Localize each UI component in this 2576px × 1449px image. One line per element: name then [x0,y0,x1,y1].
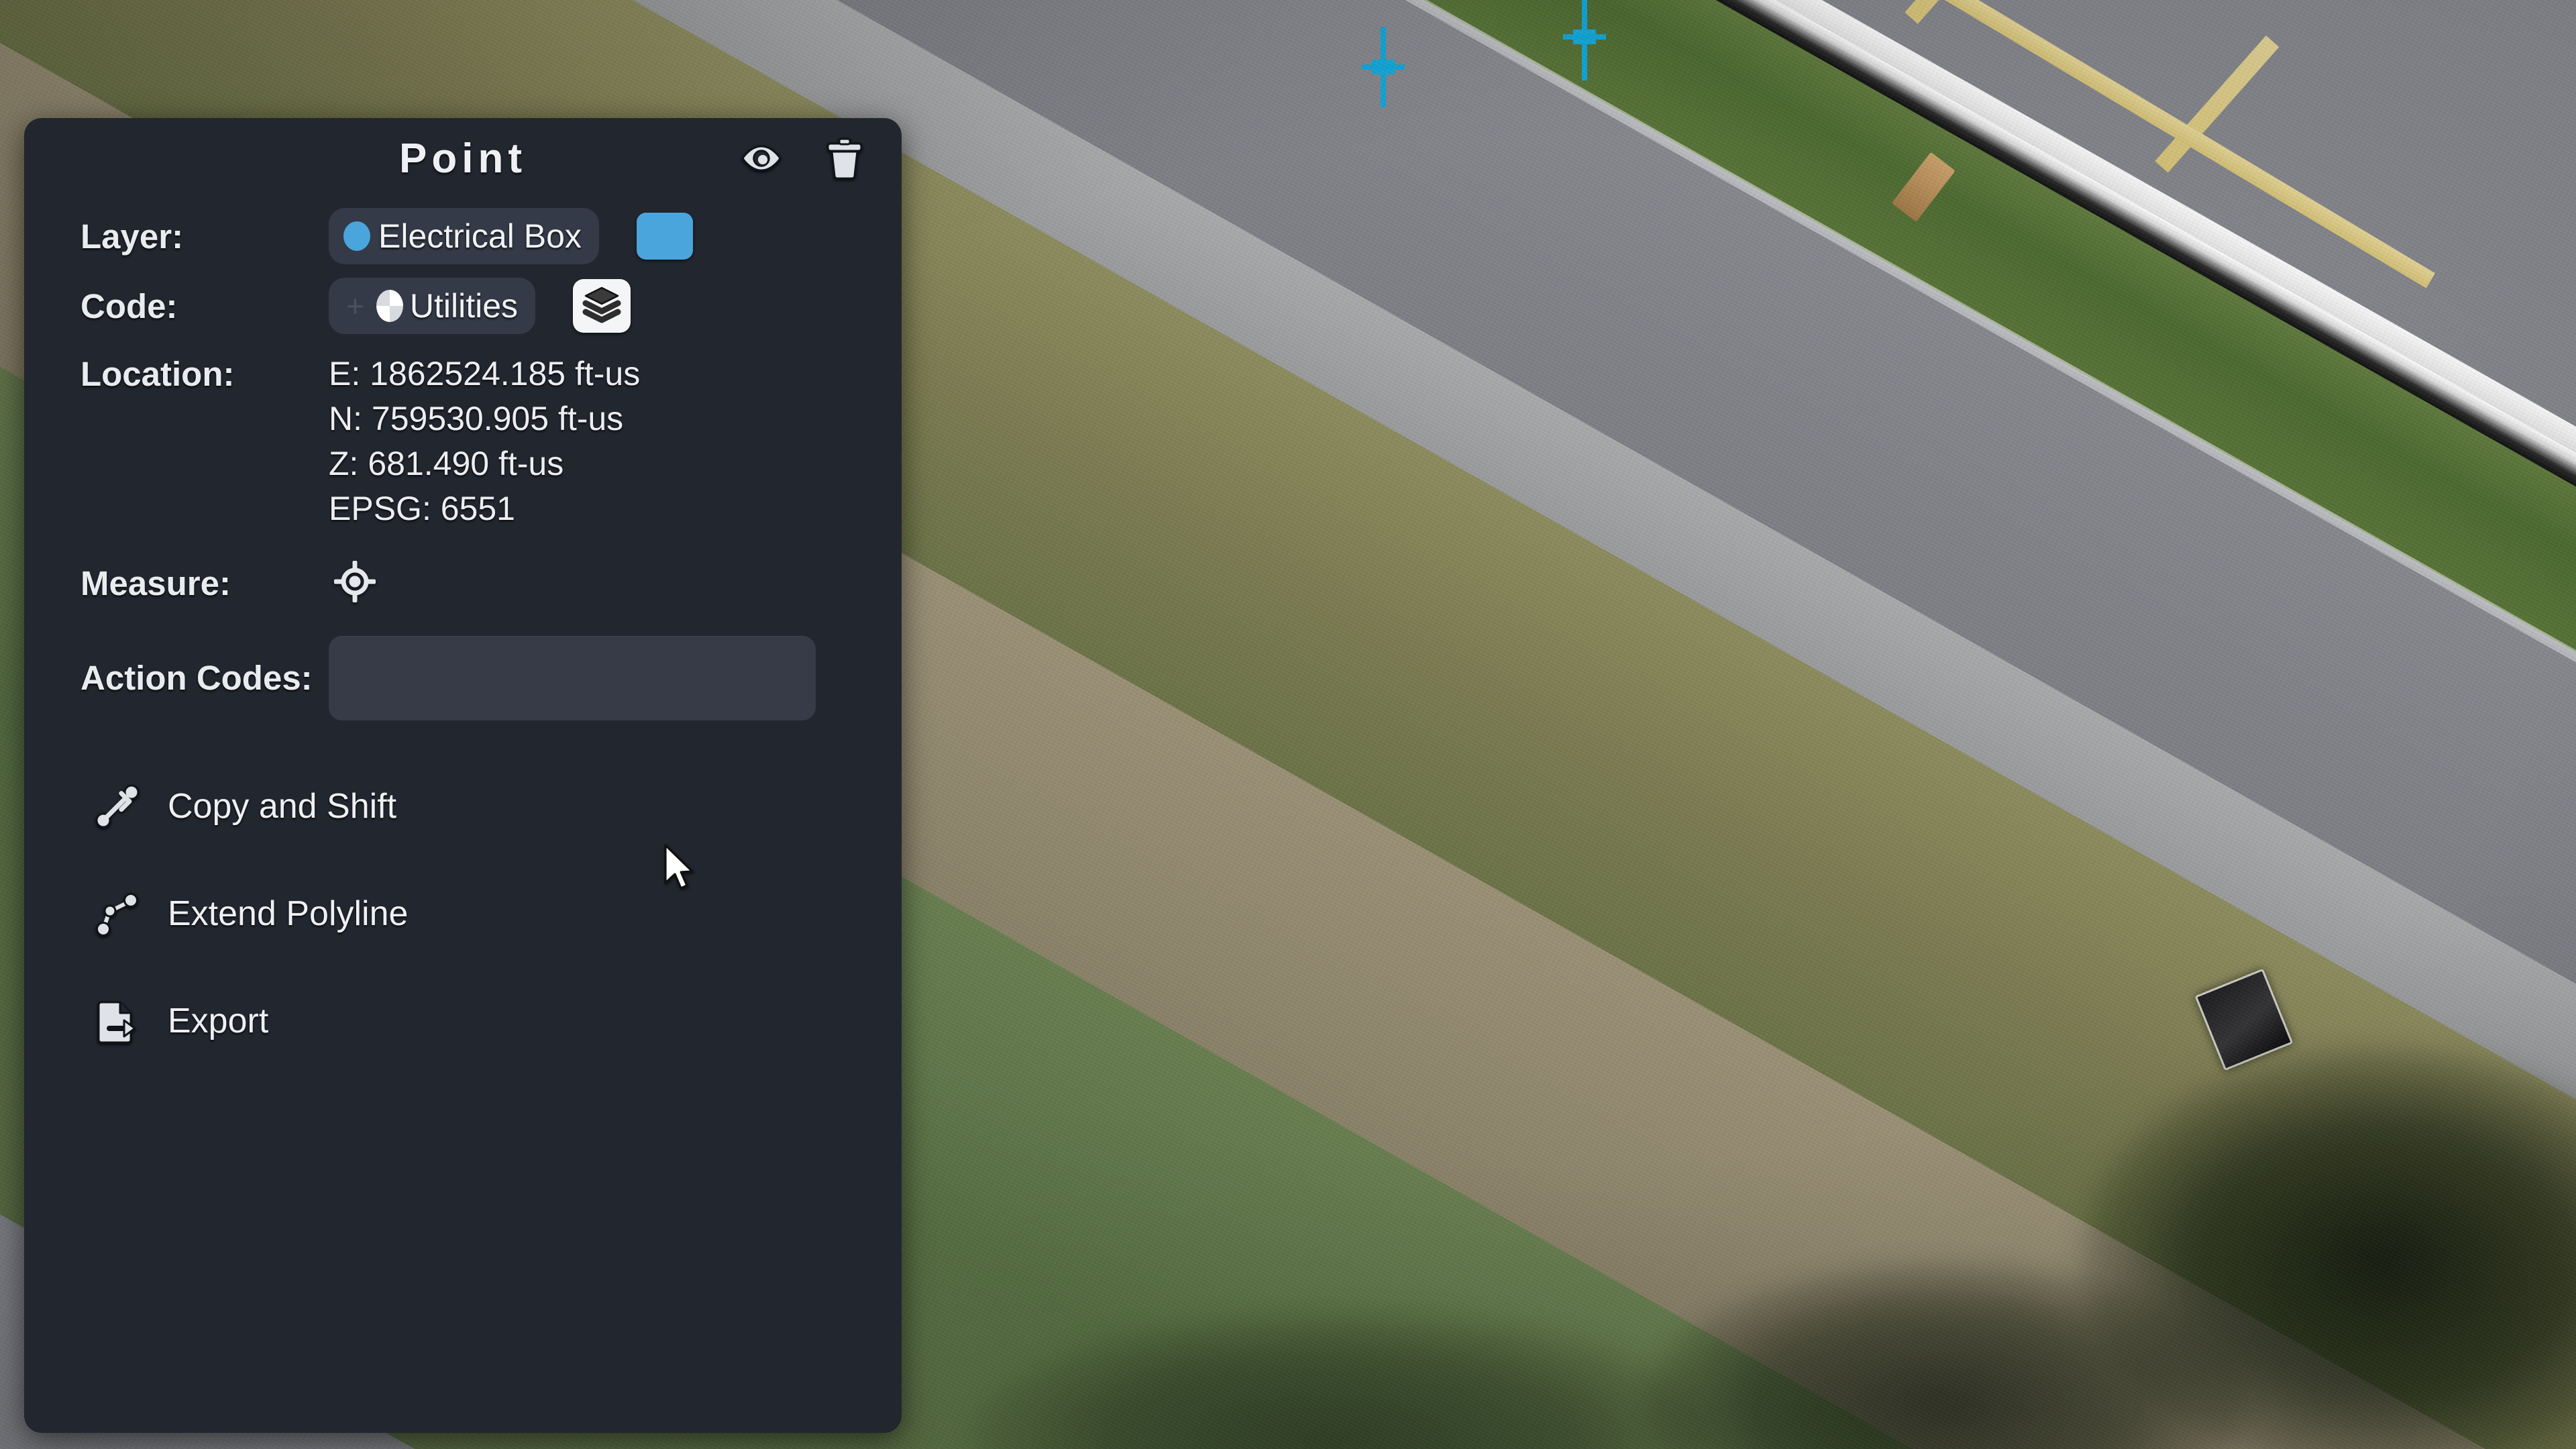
menu-item-label: Export [168,1002,269,1040]
layers-stack-button[interactable] [573,279,631,333]
location-values: E: 1862524.185 ft-us N: 759530.905 ft-us… [329,354,640,529]
point-properties-panel: Point Layer: Electrical Box Code: + Util… [24,118,902,1433]
mouse-cursor [663,844,700,895]
code-value: Utilities [409,287,519,325]
trash-icon[interactable] [825,138,864,179]
survey-cross-marker[interactable] [1362,27,1405,107]
location-easting: E: 1862524.185 ft-us [329,355,641,392]
panel-header-actions [741,138,864,179]
add-code-icon[interactable]: + [346,290,364,321]
copy-and-shift-icon [89,777,146,835]
layer-color-dot-icon [343,221,370,251]
layer-row: Layer: Electrical Box [24,208,902,264]
survey-cross-marker[interactable] [1563,0,1606,80]
location-label: Location: [80,355,235,393]
location-epsg: EPSG: 6551 [329,490,515,527]
export-icon [89,992,146,1050]
menu-item-copy-and-shift[interactable]: Copy and Shift [89,753,902,860]
measure-label: Measure: [80,564,231,602]
layers-icon [582,286,621,327]
location-row: Location: E: 1862524.185 ft-us N: 759530… [24,354,902,529]
layer-value: Electrical Box [378,217,582,255]
layer-color-swatch-button[interactable] [636,213,693,260]
code-select-chip[interactable]: + Utilities [329,278,536,334]
layer-select-chip[interactable]: Electrical Box [329,208,599,264]
menu-item-label: Extend Polyline [168,894,409,933]
menu-item-export[interactable]: Export [89,967,902,1075]
layer-label: Layer: [80,217,184,256]
panel-fields: Layer: Electrical Box Code: + Utilities [24,208,902,1075]
panel-action-menu: Copy and Shift Extend Polyline Export [24,753,902,1075]
panel-header: Point [24,118,902,199]
menu-item-extend-polyline[interactable]: Extend Polyline [89,860,902,967]
code-label: Code: [80,286,178,325]
code-row: Code: + Utilities [24,278,902,334]
crosshair-target-icon [333,560,376,606]
page-title: Point [399,135,527,182]
measure-target-button[interactable] [329,557,381,609]
code-symbol-icon [376,290,403,322]
app-root: Point Layer: Electrical Box Code: + Util… [0,0,2576,1449]
eye-icon[interactable] [741,144,782,173]
action-codes-input[interactable] [329,636,816,720]
location-northing: N: 759530.905 ft-us [329,400,624,437]
action-codes-row: Action Codes: [24,636,902,720]
action-codes-label: Action Codes: [80,658,313,697]
extend-polyline-icon [89,885,146,943]
measure-row: Measure: [24,557,902,609]
location-elevation: Z: 681.490 ft-us [329,445,564,482]
menu-item-label: Copy and Shift [168,787,397,826]
